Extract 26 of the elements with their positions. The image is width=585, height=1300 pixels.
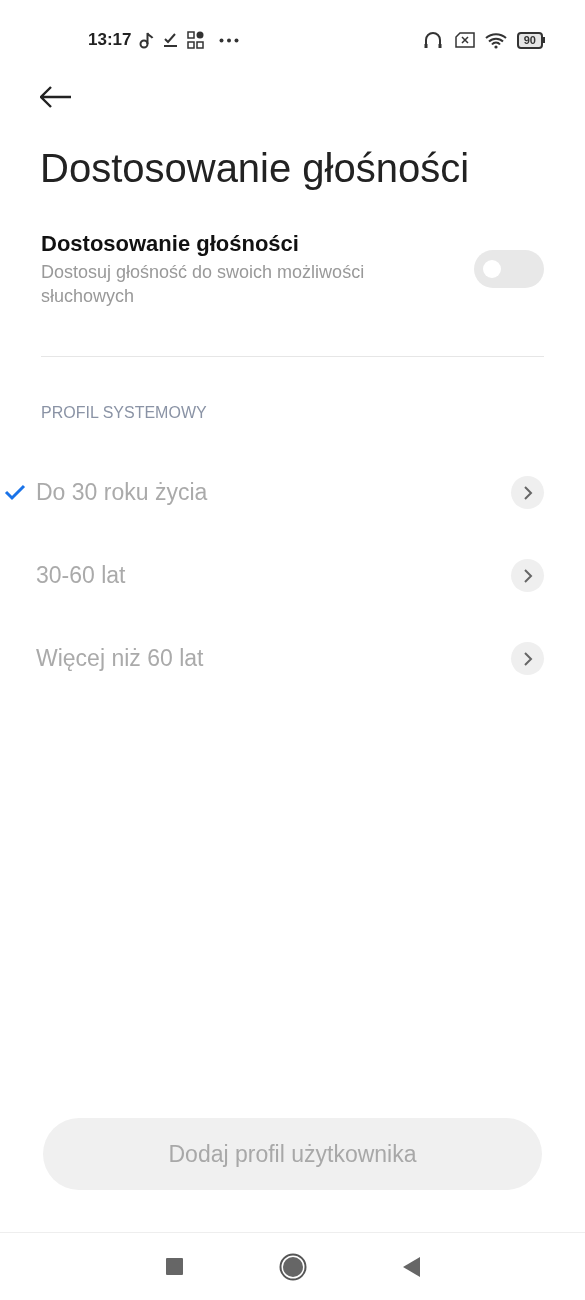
- profile-item[interactable]: Do 30 roku życia: [0, 451, 585, 534]
- apps-grid-icon: [187, 31, 206, 49]
- profile-label: 30-60 lat: [36, 561, 127, 591]
- profile-label: Do 30 roku życia: [36, 478, 209, 508]
- section-header: PROFIL SYSTEMOWY: [41, 403, 208, 423]
- wifi-icon: [484, 31, 507, 49]
- chevron-icon: [511, 476, 544, 509]
- setting-description: Dostosuj głośność do swoich możliwości słuchowych: [41, 261, 366, 308]
- home-icon[interactable]: [278, 1252, 307, 1281]
- page-title: Dostosowanie głośności: [40, 145, 471, 192]
- back-icon[interactable]: [402, 1256, 420, 1277]
- setting-title: Dostosowanie głośności: [41, 230, 300, 258]
- music-note-icon: [139, 31, 156, 49]
- recent-apps-icon[interactable]: [165, 1258, 183, 1275]
- profile-item[interactable]: 30-60 lat: [0, 534, 585, 617]
- clock: 13:17: [88, 29, 132, 52]
- battery-indicator: 90: [516, 31, 545, 49]
- profile-label: Więcej niż 60 lat: [36, 644, 205, 674]
- chevron-icon: [511, 559, 544, 592]
- chevron-icon: [511, 642, 544, 675]
- back-arrow-icon: [40, 86, 72, 108]
- profile-item[interactable]: Więcej niż 60 lat: [0, 617, 585, 700]
- download-check-icon: [163, 32, 180, 48]
- sim-card-x-icon: [454, 32, 475, 48]
- more-icon: [219, 37, 240, 43]
- headphones-icon: [422, 30, 443, 50]
